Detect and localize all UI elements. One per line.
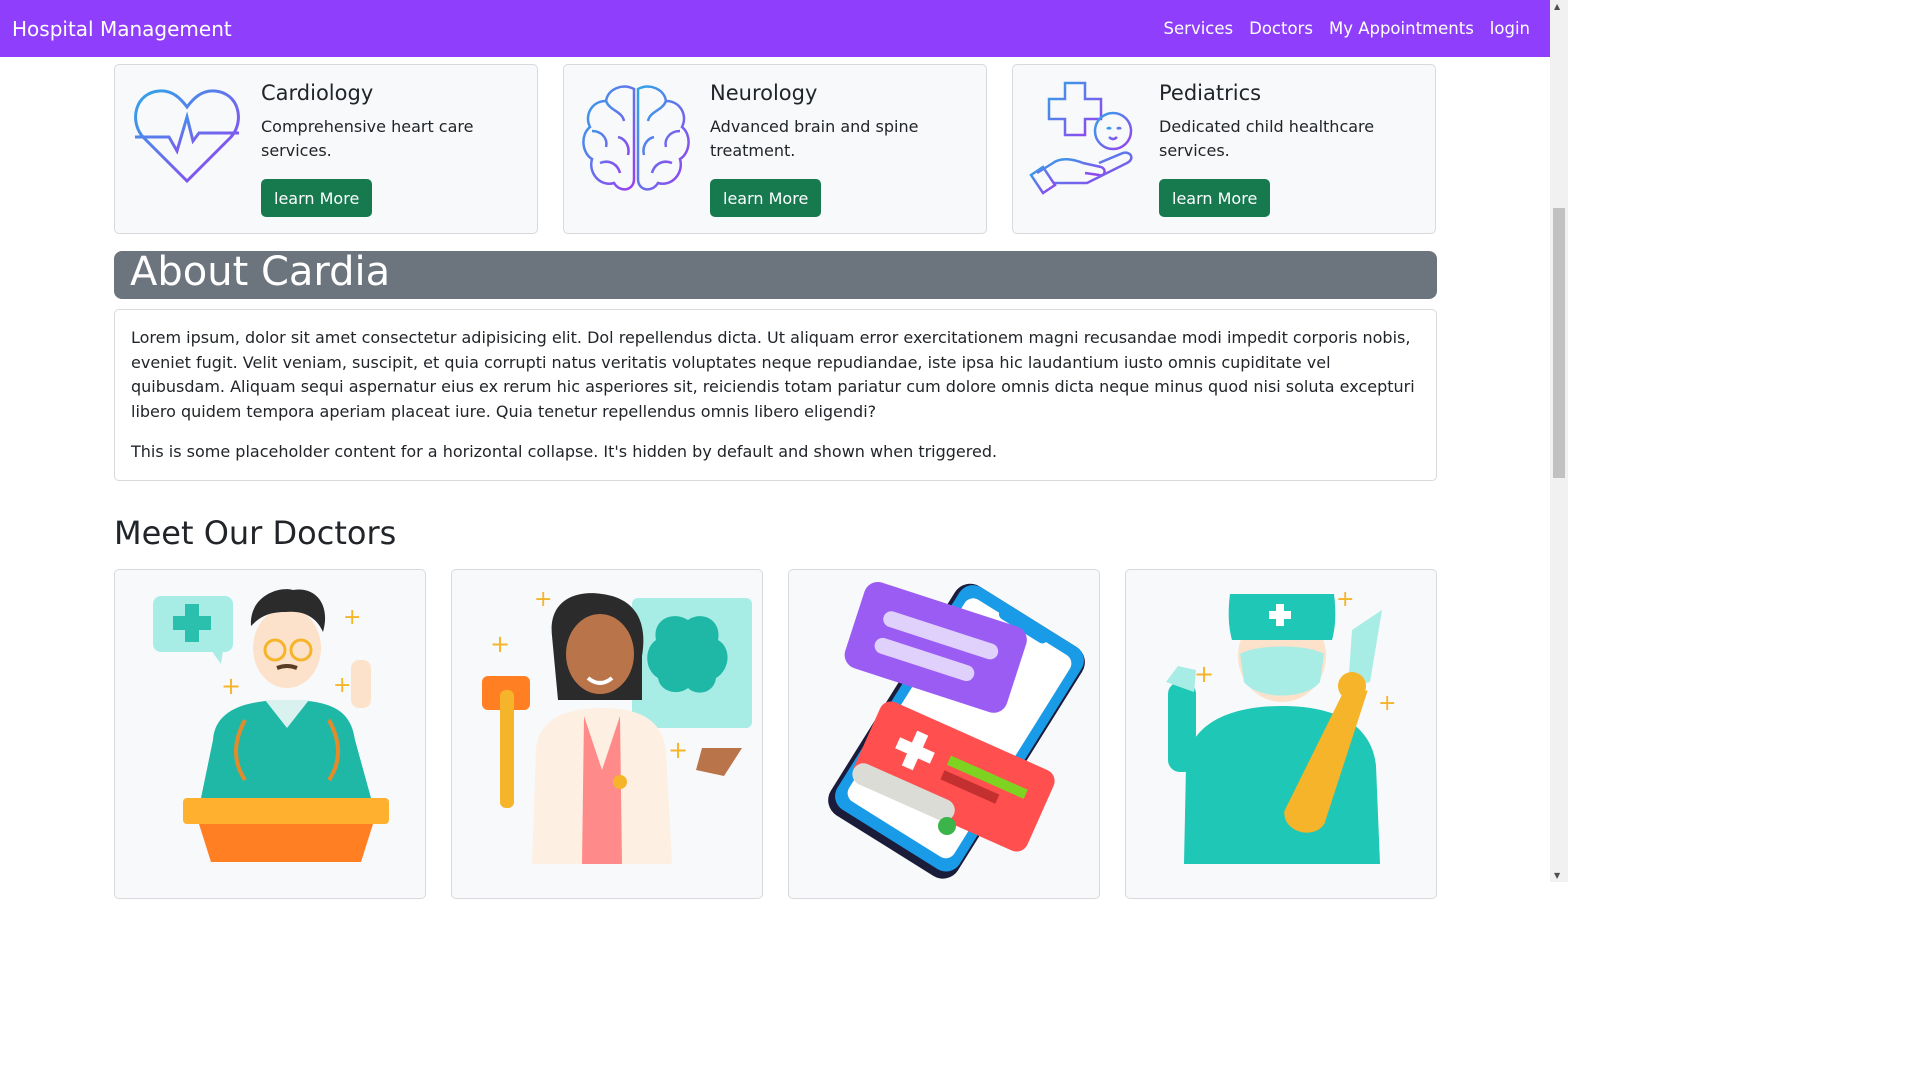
scroll-down-icon[interactable]: ▼ [1554,871,1560,880]
medical-app-illustration [828,581,1085,879]
scroll-up-icon[interactable]: ▲ [1554,2,1560,11]
doctors-heading: Meet Our Doctors [114,514,397,552]
doctor-card[interactable]: + + + [451,569,763,899]
service-description: Advanced brain and spine treatment. [710,117,919,160]
learn-more-button[interactable]: learn More [261,179,373,217]
heart-pulse-icon [134,89,240,184]
service-description: Comprehensive heart care services. [261,117,474,160]
child-care-icon [1029,81,1133,195]
about-body: Lorem ipsum, dolor sit amet consectetur … [114,309,1437,481]
svg-text:+: + [1336,587,1354,612]
about-paragraph: This is some placeholder content for a h… [131,442,998,461]
svg-text:+: + [1194,660,1214,688]
nav-doctors[interactable]: Doctors [1241,19,1321,38]
doctor-neurologist-illustration: + + + [482,587,752,864]
surgeon-illustration: + + + [1166,587,1396,864]
page-scrollbar[interactable]: ▲ ▼ [1550,0,1568,882]
nav-login[interactable]: login [1482,19,1538,38]
nav-services[interactable]: Services [1156,19,1242,38]
nav-my-appointments[interactable]: My Appointments [1321,19,1482,38]
service-card-neurology: Neurology Advanced brain and spine treat… [563,64,987,234]
service-title: Cardiology [261,81,374,105]
svg-text:+: + [221,672,241,700]
svg-text:+: + [333,673,351,698]
svg-text:+: + [343,605,361,630]
brain-icon [582,85,690,191]
service-title: Pediatrics [1159,81,1262,105]
doctor-card[interactable] [788,569,1100,899]
svg-text:+: + [668,736,688,764]
scroll-thumb[interactable] [1553,208,1565,478]
about-paragraph: Lorem ipsum, dolor sit amet consectetur … [131,328,1415,421]
doctor-card[interactable]: + + + [114,569,426,899]
navbar: Hospital Management Services Doctors My … [0,0,1550,57]
svg-text:+: + [490,630,510,658]
service-description: Dedicated child healthcare services. [1159,117,1375,160]
svg-text:+: + [1378,691,1396,716]
service-card-pediatrics: Pediatrics Dedicated child healthcare se… [1012,64,1436,234]
service-card-cardiology: Cardiology Comprehensive heart care serv… [114,64,538,234]
learn-more-button[interactable]: learn More [1159,179,1271,217]
service-title: Neurology [710,81,818,105]
learn-more-button[interactable]: learn More [710,179,822,217]
svg-text:+: + [534,587,552,612]
about-header: About Cardia [114,249,1437,299]
doctor-lecturer-illustration: + + + [153,589,389,862]
brand-link[interactable]: Hospital Management [12,17,232,41]
nav-links: Services Doctors My Appointments login [1156,19,1538,38]
about-title: About Cardia [130,249,391,295]
doctor-card[interactable]: + + + [1125,569,1437,899]
